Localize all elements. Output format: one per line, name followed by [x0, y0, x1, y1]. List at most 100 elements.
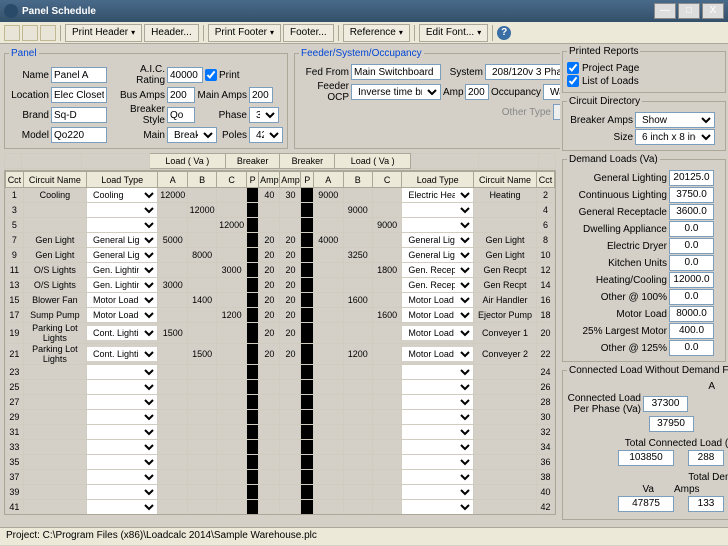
table-row[interactable]: 17Sump PumpMotor Load120020201600Motor L… [6, 308, 555, 323]
table-row[interactable]: 3536 [6, 455, 555, 470]
load-type-select[interactable]: Motor Load [87, 293, 158, 307]
feeder-amp-input[interactable] [465, 84, 489, 100]
load-type-select[interactable] [87, 425, 158, 439]
load-type-select[interactable]: Motor Load [87, 308, 158, 322]
load-type-select[interactable]: General Lighting [87, 248, 158, 262]
table-row[interactable]: 3334 [6, 440, 555, 455]
table-row[interactable]: 3940 [6, 485, 555, 500]
load-type-select[interactable]: General Lighting [402, 233, 473, 247]
table-row[interactable]: 7Gen LightGeneral Lighting500020204000Ge… [6, 233, 555, 248]
load-type-select[interactable]: Cont. Lighting [87, 326, 158, 340]
load-type-select[interactable] [402, 410, 473, 424]
project-page-checkbox[interactable] [567, 62, 579, 74]
maximize-button[interactable]: □ [678, 3, 700, 19]
footer-button[interactable]: Footer... [283, 24, 334, 42]
load-type-select[interactable] [87, 395, 158, 409]
load-type-select[interactable] [402, 500, 473, 514]
breaker-amps-select[interactable]: Show [635, 112, 715, 128]
brand-input[interactable] [51, 107, 107, 123]
load-type-select[interactable]: Motor Load [402, 347, 473, 361]
table-row[interactable]: 9Gen LightGeneral Lighting800020203250Ge… [6, 248, 555, 263]
save-icon[interactable] [4, 25, 20, 41]
phase-select[interactable]: 3 [249, 107, 279, 123]
print-checkbox[interactable] [205, 69, 217, 81]
location-input[interactable] [51, 87, 107, 103]
print-icon[interactable] [22, 25, 38, 41]
list-of-loads-checkbox[interactable] [567, 75, 579, 87]
table-row[interactable]: 19Parking Lot LightsCont. Lighting150020… [6, 323, 555, 344]
load-type-select[interactable] [87, 455, 158, 469]
load-type-select[interactable] [87, 203, 158, 217]
table-row[interactable]: 3738 [6, 470, 555, 485]
load-type-select[interactable]: Gen. Receptacle [402, 278, 473, 292]
total-va-value: 103850 [618, 450, 674, 466]
load-type-select[interactable] [87, 500, 158, 514]
load-type-select[interactable] [87, 410, 158, 424]
breaker-style-input[interactable] [167, 107, 195, 123]
reference-button[interactable]: Reference▾ [343, 24, 410, 42]
main-select[interactable]: Breaker [167, 127, 217, 143]
aic-input[interactable] [167, 67, 203, 83]
circuit-grid[interactable]: Cct Circuit Name Load Type A B C P Amp A… [4, 170, 556, 515]
load-type-select[interactable] [87, 380, 158, 394]
table-row[interactable]: 2930 [6, 410, 555, 425]
table-row[interactable]: 11O/S LightsGen. Lighting C300020201800G… [6, 263, 555, 278]
table-row[interactable]: 1CoolingCooling1200040309000Electric Hea… [6, 188, 555, 203]
demand-va-value: 47875 [618, 496, 674, 512]
help-icon[interactable]: ? [497, 26, 511, 40]
load-type-select[interactable] [87, 485, 158, 499]
load-type-select[interactable] [402, 425, 473, 439]
load-type-select[interactable] [402, 455, 473, 469]
occupancy-select[interactable]: Warehouse (storage) [543, 84, 560, 100]
load-type-select[interactable]: Electric Heat [402, 188, 473, 202]
load-type-select[interactable]: General Lighting [402, 248, 473, 262]
table-row[interactable]: 2728 [6, 395, 555, 410]
table-row[interactable]: 13O/S LightsGen. Lighting C30002020Gen. … [6, 278, 555, 293]
poles-select[interactable]: 42 [249, 127, 283, 143]
load-type-select[interactable] [402, 440, 473, 454]
load-type-select[interactable] [87, 440, 158, 454]
load-type-select[interactable] [402, 365, 473, 379]
table-row[interactable]: 21Parking Lot LightsCont. Lighting150020… [6, 344, 555, 365]
table-row[interactable]: 15Blower FanMotor Load140020201600Motor … [6, 293, 555, 308]
close-button[interactable]: X [702, 3, 724, 19]
load-type-select[interactable] [402, 218, 473, 232]
edit-font-button[interactable]: Edit Font...▾ [419, 24, 488, 42]
load-type-select[interactable]: Cont. Lighting [87, 347, 158, 361]
size-select[interactable]: 6 inch x 8 inch [635, 129, 715, 145]
table-row[interactable]: 31200090004 [6, 203, 555, 218]
system-select[interactable]: 208/120v 3 Phase 4 W [485, 64, 560, 80]
load-type-select[interactable]: Gen. Lighting C [87, 278, 158, 292]
print-preview-icon[interactable] [40, 25, 56, 41]
print-footer-button[interactable]: Print Footer▾ [208, 24, 281, 42]
table-row[interactable]: 3132 [6, 425, 555, 440]
print-header-button[interactable]: Print Header▾ [65, 24, 142, 42]
load-type-select[interactable] [87, 365, 158, 379]
load-type-select[interactable] [402, 380, 473, 394]
table-row[interactable]: 4142 [6, 500, 555, 515]
load-type-select[interactable] [402, 395, 473, 409]
load-type-select[interactable] [402, 485, 473, 499]
fed-from-input[interactable] [351, 64, 441, 80]
load-type-select[interactable]: General Lighting [87, 233, 158, 247]
load-type-select[interactable] [87, 218, 158, 232]
table-row[interactable]: 51200090006 [6, 218, 555, 233]
table-row[interactable]: 2526 [6, 380, 555, 395]
panel-name-input[interactable] [51, 67, 107, 83]
load-type-select[interactable] [402, 203, 473, 217]
bus-amps-input[interactable] [167, 87, 195, 103]
feeder-ocp-select[interactable]: Inverse time breaker [351, 84, 441, 100]
table-row[interactable]: 2324 [6, 365, 555, 380]
header-button[interactable]: Header... [144, 24, 199, 42]
load-type-select[interactable]: Motor Load [402, 308, 473, 322]
load-type-select[interactable]: Gen. Lighting C [87, 263, 158, 277]
main-amps-input[interactable] [249, 87, 273, 103]
load-type-select[interactable] [402, 470, 473, 484]
model-input[interactable] [51, 127, 107, 143]
load-type-select[interactable]: Gen. Receptacle [402, 263, 473, 277]
load-type-select[interactable]: Motor Load [402, 293, 473, 307]
load-type-select[interactable]: Motor Load [402, 326, 473, 340]
minimize-button[interactable]: — [654, 3, 676, 19]
load-type-select[interactable]: Cooling [87, 188, 158, 202]
load-type-select[interactable] [87, 470, 158, 484]
